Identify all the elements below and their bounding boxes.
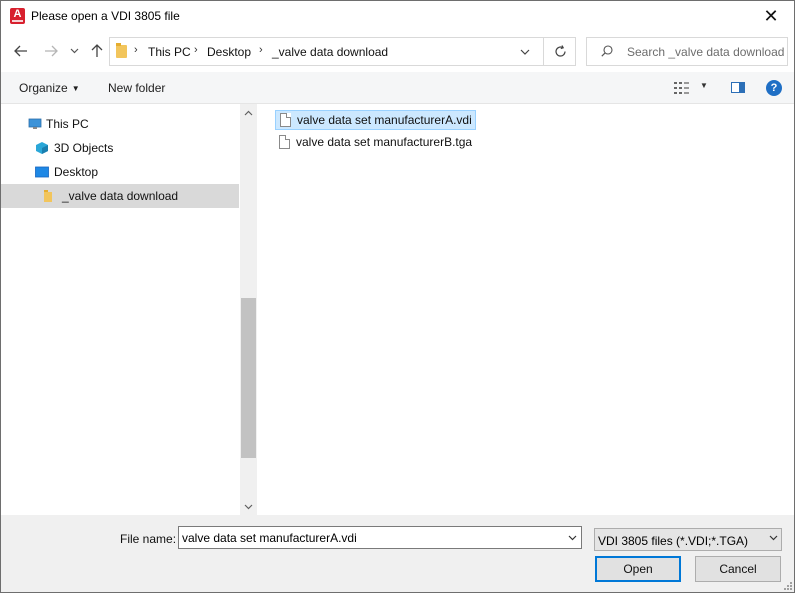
search-placeholder: Search _valve data download — [627, 45, 785, 59]
file-icon — [279, 135, 290, 149]
list-item[interactable]: valve data set manufacturerA.vdi — [275, 110, 476, 130]
sidebar-item-label: _valve data download — [62, 189, 179, 203]
cancel-button[interactable]: Cancel — [695, 556, 781, 582]
back-button[interactable] — [11, 41, 31, 61]
folder-icon — [116, 43, 127, 58]
file-name-history-button[interactable] — [565, 530, 579, 546]
scroll-down-button[interactable] — [240, 498, 257, 515]
dialog-footer: File name: valve data set manufacturerA.… — [1, 515, 794, 592]
sidebar-item-label: 3D Objects — [54, 141, 114, 155]
chevron-down-icon — [520, 49, 530, 55]
address-history-button[interactable] — [515, 43, 535, 61]
organize-label: Organize — [19, 81, 68, 95]
desktop-icon — [35, 166, 49, 178]
breadcrumb-separator-icon: › — [134, 44, 138, 56]
chevron-down-icon — [769, 533, 778, 543]
file-name-value: valve data set manufacturerA.vdi — [182, 531, 357, 545]
file-icon — [280, 113, 291, 127]
address-bar[interactable]: › This PC › Desktop › _valve data downlo… — [109, 37, 576, 66]
command-toolbar: Organize ▼ New folder ▼ ? — [1, 72, 794, 104]
sidebar-item-label: Desktop — [54, 165, 99, 179]
chevron-down-icon — [70, 48, 78, 54]
new-folder-button[interactable]: New folder — [108, 81, 165, 95]
app-icon-letter: A — [13, 8, 22, 20]
recent-locations-button[interactable] — [67, 41, 81, 61]
change-view-icon[interactable] — [674, 81, 691, 95]
up-button[interactable] — [87, 41, 107, 61]
list-item[interactable]: valve data set manufacturerB.tga — [275, 132, 475, 152]
chevron-up-icon — [244, 110, 253, 115]
help-icon[interactable]: ? — [766, 80, 782, 96]
view-options-dropdown-icon[interactable]: ▼ — [700, 81, 708, 90]
breadcrumb-separator-icon: › — [259, 44, 263, 56]
arrow-right-icon — [45, 45, 58, 57]
open-file-dialog: A Please open a VDI 3805 file ✕ › This P… — [0, 0, 795, 593]
preview-pane-icon[interactable] — [731, 82, 745, 93]
search-box[interactable]: Search _valve data download — [586, 37, 788, 66]
sidebar-item-desktop[interactable]: Desktop — [1, 160, 239, 184]
resize-grip-icon[interactable] — [783, 581, 793, 591]
sidebar-item-3d-objects[interactable]: 3D Objects — [1, 136, 239, 160]
navigation-pane-scrollbar[interactable] — [240, 104, 257, 515]
navigation-pane: This PC 3D Objects Desktop _valve data d… — [1, 104, 257, 515]
computer-icon — [28, 118, 42, 129]
breadcrumb-desktop[interactable]: Desktop — [207, 45, 251, 59]
forward-button[interactable] — [41, 41, 61, 61]
title-bar: A Please open a VDI 3805 file ✕ — [1, 1, 794, 32]
breadcrumb-separator-icon: › — [194, 44, 198, 56]
file-name: valve data set manufacturerB.tga — [296, 135, 473, 149]
breadcrumb-current-folder[interactable]: _valve data download — [272, 45, 388, 59]
file-name-label: File name: — [120, 532, 177, 546]
organize-menu-button[interactable]: Organize ▼ — [19, 81, 80, 95]
arrow-up-icon — [91, 44, 103, 57]
file-type-select[interactable]: VDI 3805 files (*.VDI;*.TGA) — [594, 528, 782, 551]
chevron-down-icon — [244, 504, 253, 509]
caret-down-icon: ▼ — [71, 84, 80, 93]
arrow-left-icon — [14, 45, 27, 57]
close-button[interactable]: ✕ — [748, 1, 794, 32]
sidebar-item-valve-data-download[interactable]: _valve data download — [1, 184, 239, 208]
open-button[interactable]: Open — [595, 556, 681, 582]
refresh-button[interactable] — [543, 38, 576, 65]
scrollbar-thumb[interactable] — [241, 298, 256, 458]
file-name: valve data set manufacturerA.vdi — [297, 113, 472, 127]
folder-icon — [44, 190, 52, 202]
autocad-app-icon: A — [10, 8, 25, 24]
scroll-up-button[interactable] — [240, 104, 257, 121]
close-icon: ✕ — [763, 6, 779, 26]
3d-objects-icon — [36, 142, 48, 154]
sidebar-item-label: This PC — [46, 117, 89, 131]
sidebar-item-this-pc[interactable]: This PC — [1, 112, 239, 136]
chevron-down-icon — [568, 535, 576, 541]
file-type-value: VDI 3805 files (*.VDI;*.TGA) — [598, 534, 749, 548]
refresh-icon — [554, 45, 566, 57]
search-icon — [601, 45, 613, 57]
window-title: Please open a VDI 3805 file — [31, 9, 180, 23]
navigation-bar: › This PC › Desktop › _valve data downlo… — [1, 32, 794, 72]
breadcrumb-this-pc[interactable]: This PC — [148, 45, 191, 59]
file-name-field[interactable]: valve data set manufacturerA.vdi — [178, 526, 582, 549]
file-list: valve data set manufacturerA.vdi valve d… — [257, 104, 794, 515]
